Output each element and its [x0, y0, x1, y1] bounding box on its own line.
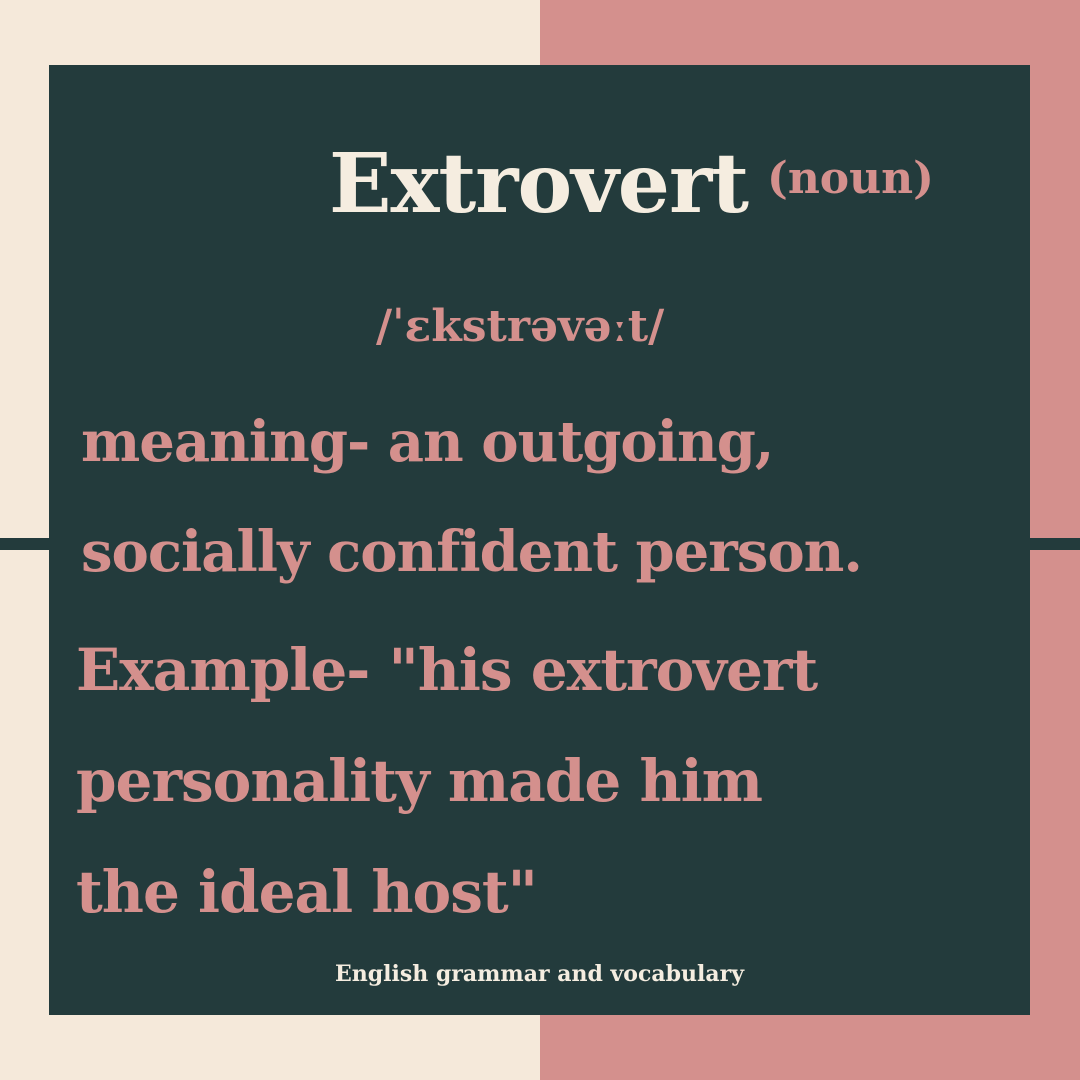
footer-caption: English grammar and vocabulary [335, 961, 744, 987]
pronunciation: /ˈɛkstrəvəːt/ [376, 301, 665, 352]
part-of-speech: (noun) [767, 153, 934, 204]
example-line: Example- "his extrovert [76, 636, 818, 704]
definition-card: Extrovert (noun) /ˈɛkstrəvəːt/ meaning- … [49, 65, 1030, 1015]
meaning-line: meaning- an outgoing, [81, 409, 774, 475]
headword: Extrovert [329, 136, 749, 232]
left-accent-line [0, 538, 50, 550]
example-line: the ideal host" [76, 858, 538, 926]
meaning-line: socially confident person. [81, 519, 863, 585]
example-text: Example- "his extrovert personality made… [76, 615, 818, 948]
example-line: personality made him [76, 747, 763, 815]
right-accent-line [1030, 538, 1080, 550]
vocabulary-card-canvas: Extrovert (noun) /ˈɛkstrəvəːt/ meaning- … [0, 0, 1080, 1080]
meaning-text: meaning- an outgoing, socially confident… [81, 387, 863, 607]
